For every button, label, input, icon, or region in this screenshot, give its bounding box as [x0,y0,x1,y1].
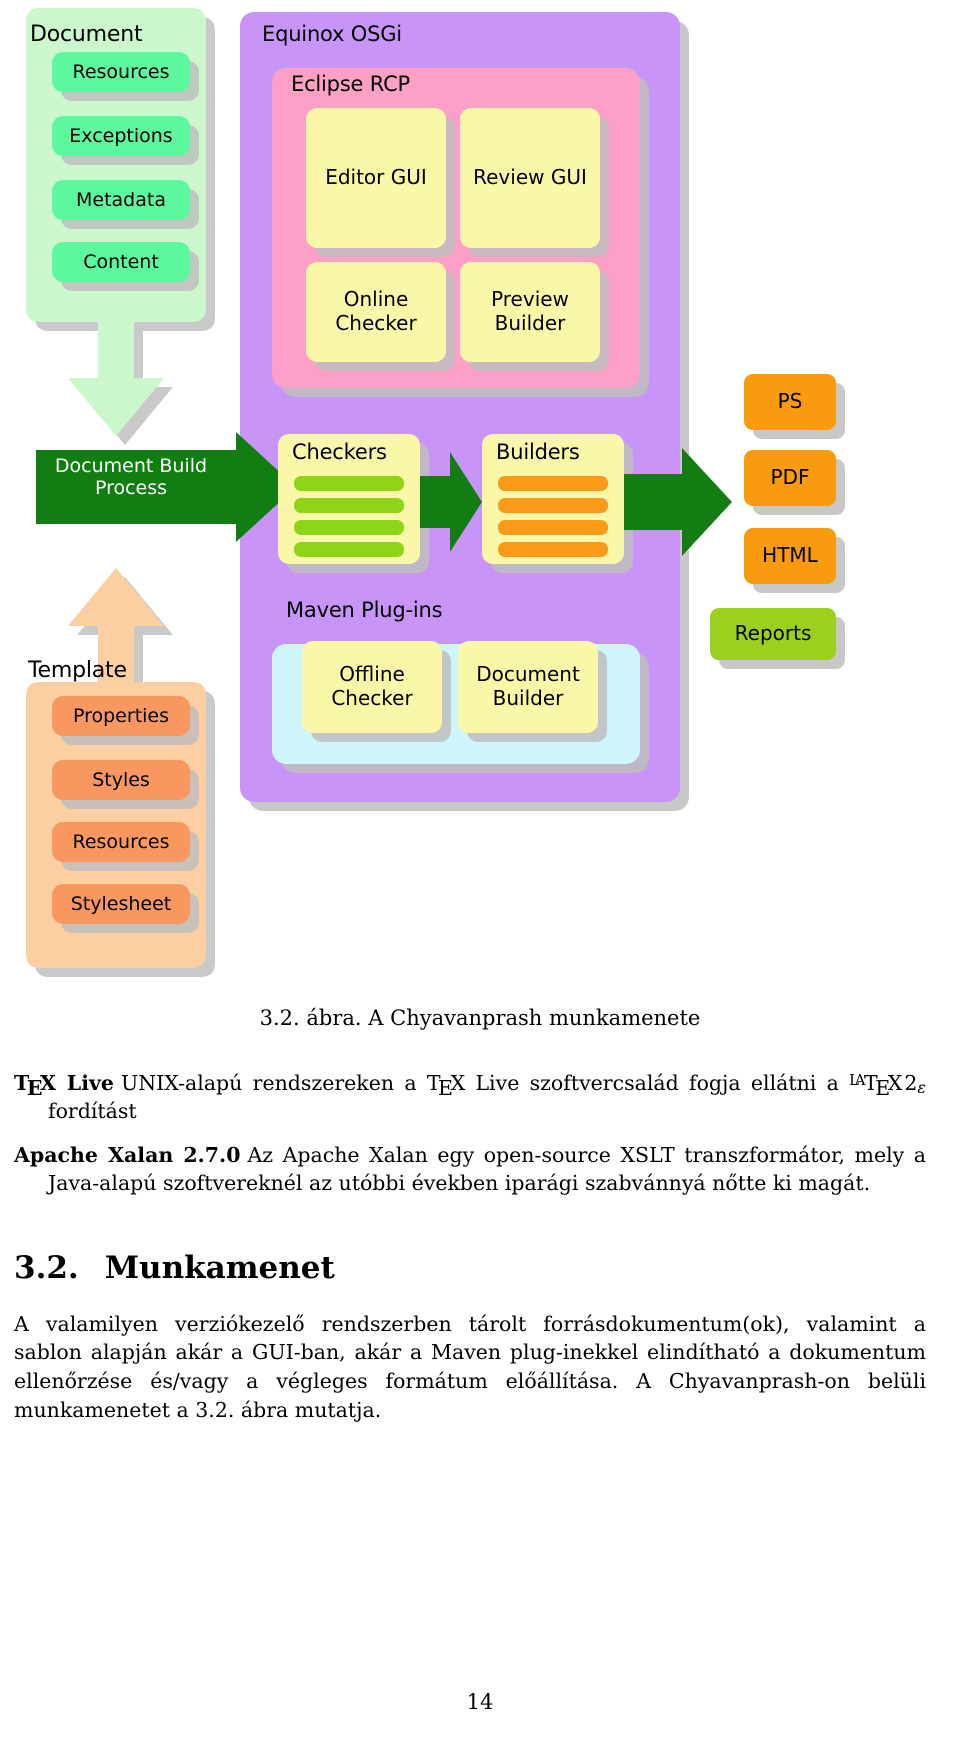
definition-tex-live-body-2: Live szoftvercsalád fogja ellátni a [465,1071,850,1095]
card-preview-builder-label: Preview Builder [491,287,569,335]
group-document-label: Document [30,22,143,47]
definition-tex-live: TEX Live UNIX-alapú rendszereken a TEX Li… [14,1070,926,1126]
inline-latex2e-logo: LATEX 2ε [849,1071,926,1100]
card-editor-gui: Editor GUI [306,108,446,248]
definition-apache-xalan: Apache Xalan 2.7.0 Az Apache Xalan egy op… [14,1142,926,1198]
figure-caption-number: 3.2. ábra. [259,1006,362,1030]
card-checkers-label: Checkers [292,440,387,464]
stripe [498,476,608,491]
group-maven-plugins-label: Maven Plug-ins [286,598,443,622]
output-chip-reports-label: Reports [734,621,812,646]
group-template-label: Template [28,658,127,683]
output-chip-pdf-label: PDF [770,465,810,490]
card-online-checker-label: Online Checker [335,287,417,335]
stripe [498,542,608,557]
output-chip-html-label: HTML [762,543,818,568]
card-builders: Builders [482,434,624,564]
card-online-checker: Online Checker [306,262,446,362]
figure-caption-text: A Chyavanprash munkamenete [368,1006,701,1030]
card-preview-builder: Preview Builder [460,262,600,362]
pill-document-exceptions-label: Exceptions [69,124,173,147]
group-eclipse-rcp-label: Eclipse RCP [291,72,411,96]
pill-template-properties-label: Properties [72,704,170,727]
figure-caption: 3.2. ábra. A Chyavanprash munkamenete [0,1006,960,1030]
workflow-diagram: Equinox OSGi Eclipse RCP Editor GUI Revi… [0,0,960,1000]
arrow-document-build-process-label: Document Build Process [36,455,226,500]
card-editor-gui-label: Editor GUI [325,165,427,190]
output-chip-ps-label: PS [777,389,803,414]
pill-template-styles-label: Styles [92,768,150,791]
arrow-label-line1: Document Build [54,455,208,477]
stripe [294,542,404,557]
card-offline-checker-label: Offline Checker [331,662,413,710]
stripe [294,498,404,513]
page-number: 14 [466,1690,494,1714]
arrow-builders-to-outputs [624,448,732,556]
card-document-builder-label: Document Builder [476,662,580,710]
pill-document-resources-label: Resources [72,60,170,83]
pill-document-content-label: Content [83,250,159,273]
pill-document-metadata-label: Metadata [76,188,166,211]
card-offline-checker: Offline Checker [302,641,442,733]
pill-document-exceptions: Exceptions [52,116,190,156]
pill-template-properties: Properties [52,696,190,736]
stripe [294,520,404,535]
section-title: Munkamenet [104,1249,335,1286]
pill-template-resources-label: Resources [72,830,170,853]
page-body: 3.2. ábra. A Chyavanprash munkamenete TE… [0,1000,960,1424]
arrow-label-line2: Process [94,477,168,500]
stripe [498,520,608,535]
section-number: 3.2. [14,1249,79,1286]
definition-tex-live-body-1: UNIX-alapú rendszereken a [120,1071,427,1095]
card-builders-label: Builders [496,440,580,464]
arrow-checkers-to-builders [420,452,482,552]
card-review-gui: Review GUI [460,108,600,248]
output-chip-ps: PS [744,374,836,430]
pill-template-stylesheet: Stylesheet [52,884,190,924]
pill-document-metadata: Metadata [52,180,190,220]
definition-tex-live-term: TEX Live [14,1071,114,1100]
pill-template-styles: Styles [52,760,190,800]
pill-document-content: Content [52,242,190,282]
inline-tex-logo: TEX [426,1071,466,1100]
output-chip-pdf: PDF [744,450,836,506]
stripe [498,498,608,513]
output-chip-reports: Reports [710,608,836,660]
group-equinox-osgi-label: Equinox OSGi [262,22,402,46]
section-heading: 3.2. Munkamenet [14,1250,960,1286]
stripe [294,476,404,491]
pill-template-resources: Resources [52,822,190,862]
card-document-builder: Document Builder [458,641,598,733]
definition-apache-xalan-term: Apache Xalan 2.7.0 [14,1142,241,1167]
card-review-gui-label: Review GUI [473,165,587,190]
pill-document-resources: Resources [52,52,190,92]
section-paragraph: A valamilyen verziókezelő rendszerben tá… [14,1311,926,1422]
output-chip-html: HTML [744,528,836,584]
pill-template-stylesheet-label: Stylesheet [70,892,172,915]
card-checkers: Checkers [278,434,420,564]
definition-tex-live-body-3: fordítást [48,1098,137,1123]
